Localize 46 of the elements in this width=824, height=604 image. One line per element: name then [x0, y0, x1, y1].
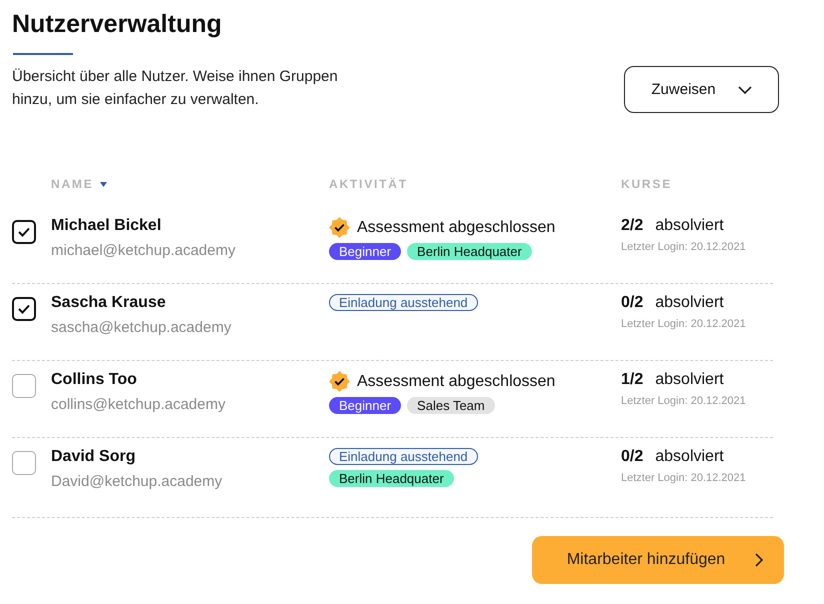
- group-tag: Sales Team: [407, 397, 495, 414]
- course-score: 0/2: [621, 294, 644, 312]
- user-email: michael@ketchup.academy: [51, 242, 236, 259]
- last-login: Letzter Login: 20.12.2021: [621, 318, 747, 330]
- user-name: Sascha Krause: [51, 294, 167, 312]
- activity-text: Assessment abgeschlossen: [357, 218, 556, 236]
- row-checkbox[interactable]: [12, 297, 36, 321]
- course-status: absolviert: [655, 371, 724, 389]
- user-name: Collins Too: [51, 371, 138, 389]
- group-tag: Beginner: [329, 243, 402, 260]
- check-icon: [18, 304, 30, 314]
- row-checkbox[interactable]: [12, 374, 36, 398]
- assign-dropdown[interactable]: Zuweisen: [624, 66, 779, 113]
- add-employee-button[interactable]: Mitarbeiter hinzufügen: [532, 536, 784, 584]
- column-header[interactable]: AKTIVITÄT: [329, 177, 408, 191]
- chevron-right-icon: [755, 553, 764, 567]
- user-email: David@ketchup.academy: [51, 473, 224, 490]
- badge-check-icon: [329, 217, 350, 238]
- page-title: Nutzerverwaltung: [12, 10, 222, 39]
- group-tag: Berlin Headquater: [407, 243, 532, 260]
- row-checkbox[interactable]: [12, 451, 36, 475]
- column-header[interactable]: KURSE: [621, 177, 672, 191]
- column-header[interactable]: NAME: [51, 177, 107, 191]
- check-icon: [18, 227, 30, 237]
- last-login: Letzter Login: 20.12.2021: [621, 241, 747, 253]
- user-email: sascha@ketchup.academy: [51, 319, 232, 336]
- user-name: Michael Bickel: [51, 217, 162, 235]
- invitation-status: Einladung ausstehend: [329, 294, 478, 311]
- last-login: Letzter Login: 20.12.2021: [621, 395, 747, 407]
- activity-text: Assessment abgeschlossen: [357, 372, 556, 390]
- row-checkbox[interactable]: [12, 220, 36, 244]
- group-tag: Berlin Headquater: [329, 470, 454, 487]
- chevron-down-icon: [738, 86, 752, 94]
- description: Übersicht über alle Nutzer. Weise ihnen Gruppen hinzu, um sie einfacher zu verwalten.: [12, 67, 339, 110]
- course-score: 2/2: [621, 217, 644, 235]
- course-status: absolviert: [655, 448, 724, 466]
- last-login: Letzter Login: 20.12.2021: [621, 472, 747, 484]
- course-status: absolviert: [655, 294, 724, 312]
- badge-check-icon: [329, 371, 350, 392]
- group-tag: Beginner: [329, 397, 402, 414]
- course-status: absolviert: [655, 217, 724, 235]
- course-score: 1/2: [621, 371, 644, 389]
- user-email: collins@ketchup.academy: [51, 396, 226, 413]
- course-score: 0/2: [621, 448, 644, 466]
- invitation-status: Einladung ausstehend: [329, 448, 478, 465]
- user-name: David Sorg: [51, 448, 136, 466]
